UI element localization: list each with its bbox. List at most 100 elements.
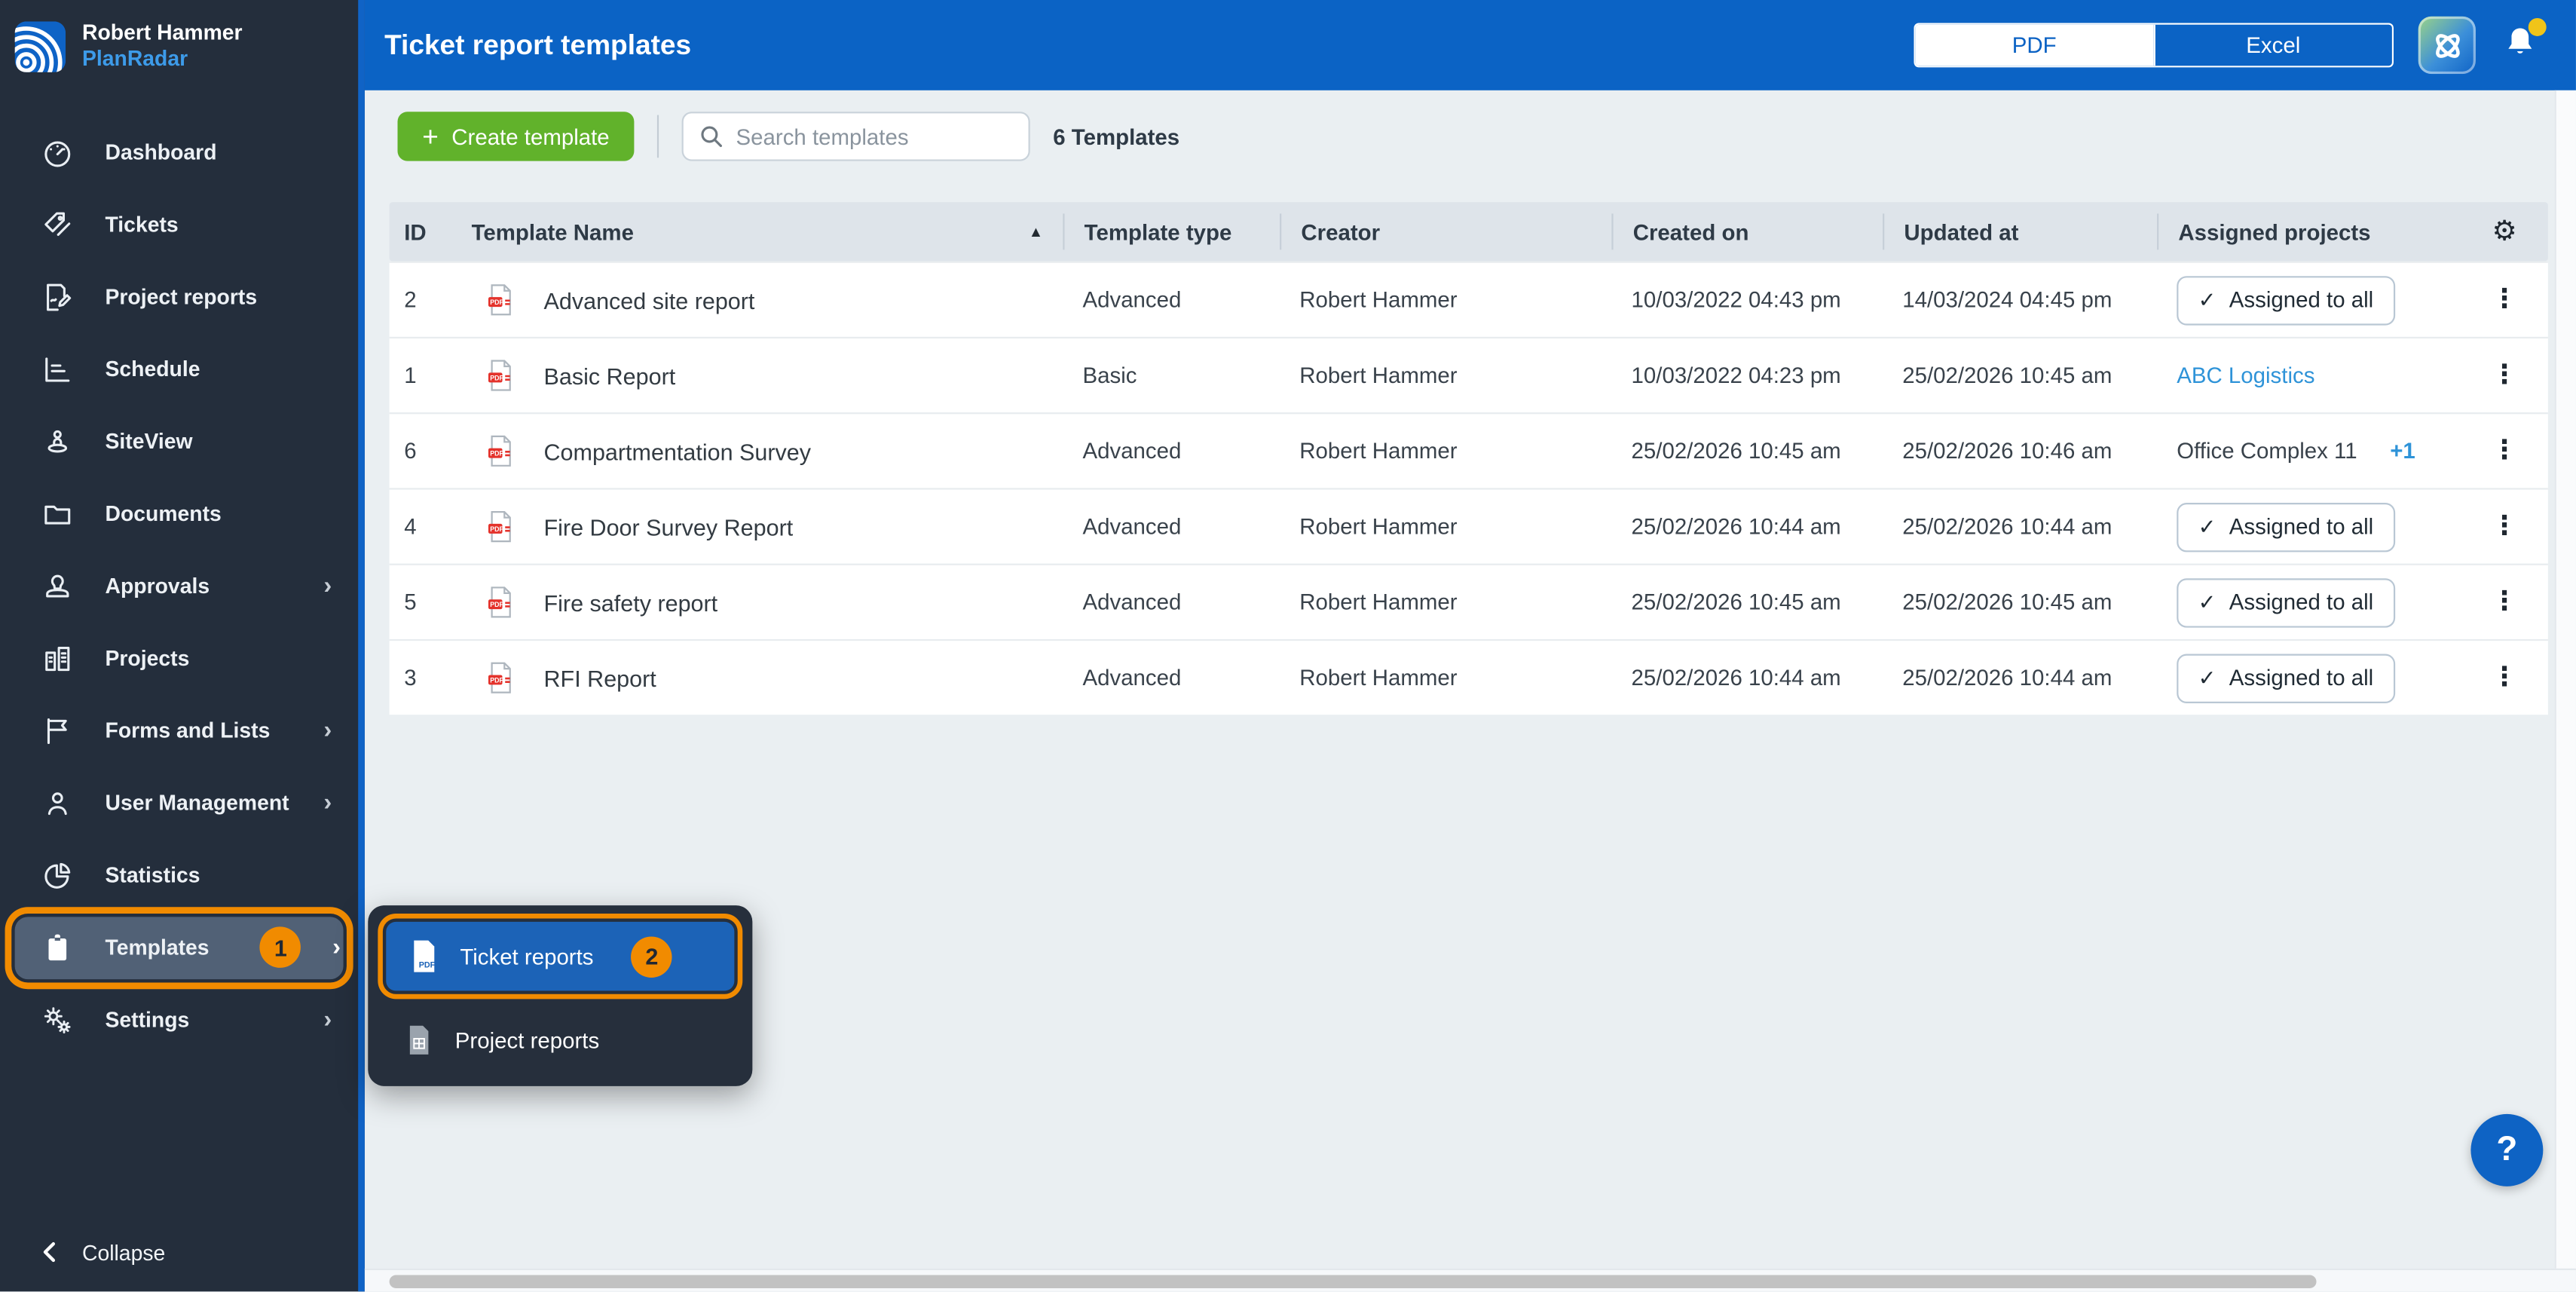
column-header-template-name[interactable]: Template Name ▲	[458, 213, 1063, 250]
chevron-right-icon: ›	[323, 1006, 332, 1033]
cell-id: 4	[390, 514, 459, 539]
forms-and-lists-icon	[41, 714, 74, 747]
assigned-to-all-button[interactable]: ✓ Assigned to all	[2177, 653, 2394, 702]
pdf-file-icon: PDF	[486, 585, 514, 620]
sidebar-item-project-reports[interactable]: Project reports	[0, 260, 358, 332]
row-menu-kebab-icon[interactable]: ⋮	[2482, 583, 2528, 622]
sidebar-item-settings[interactable]: Settings ›	[0, 984, 358, 1056]
planradar-logo-icon	[15, 21, 66, 72]
sidebar-item-approvals[interactable]: Approvals ›	[0, 550, 358, 622]
flyout-item-project-reports[interactable]: Project reports	[381, 1004, 739, 1076]
flyout-item-ticket-reports[interactable]: PDF Ticket reports 2	[386, 922, 734, 991]
collapse-sidebar-button[interactable]: Collapse	[0, 1223, 358, 1281]
column-header-template-type[interactable]: Template type	[1063, 213, 1280, 250]
column-header-updated-at[interactable]: Updated at	[1883, 213, 2157, 250]
row-menu-kebab-icon[interactable]: ⋮	[2482, 507, 2528, 546]
column-header-creator[interactable]: Creator	[1280, 213, 1611, 250]
horizontal-scrollbar-track	[365, 1269, 2576, 1292]
sidebar-item-dashboard[interactable]: Dashboard	[0, 116, 358, 188]
check-icon: ✓	[2198, 513, 2217, 540]
sidebar-item-statistics[interactable]: Statistics	[0, 839, 358, 911]
row-menu-kebab-icon[interactable]: ⋮	[2482, 658, 2528, 697]
sidebar-item-user-management[interactable]: User Management ›	[0, 767, 358, 839]
connect-app-icon[interactable]	[2418, 17, 2476, 74]
schedule-icon	[41, 353, 74, 386]
approvals-icon	[41, 569, 74, 602]
pdf-toggle-button[interactable]: PDF	[1916, 25, 2153, 66]
cell-id: 5	[390, 590, 459, 615]
cell-id: 3	[390, 666, 459, 690]
cell-actions: ⋮	[2461, 507, 2548, 546]
column-header-created-on[interactable]: Created on	[1611, 213, 1883, 250]
table-row: 1 PDF Basic Report Basic Robert Hammer 1…	[390, 337, 2548, 412]
column-header-assigned-projects[interactable]: Assigned projects	[2157, 213, 2461, 250]
column-header-id[interactable]: ID	[390, 213, 459, 250]
sidebar-item-label: Approvals	[106, 574, 210, 599]
column-settings-gear-icon[interactable]: ⚙	[2461, 213, 2548, 250]
pdf-file-icon: PDF	[486, 283, 514, 317]
sidebar-item-tickets[interactable]: Tickets	[0, 188, 358, 261]
create-template-label: Create template	[451, 124, 609, 149]
spreadsheet-report-icon	[401, 1022, 434, 1058]
sidebar-item-projects[interactable]: Projects	[0, 622, 358, 694]
cell-template-type: Advanced	[1063, 666, 1280, 690]
row-menu-kebab-icon[interactable]: ⋮	[2482, 356, 2528, 395]
assigned-to-all-button[interactable]: ✓ Assigned to all	[2177, 275, 2394, 324]
row-menu-kebab-icon[interactable]: ⋮	[2482, 280, 2528, 320]
page-title: Ticket report templates	[384, 29, 691, 62]
cell-template-type: Basic	[1063, 363, 1280, 388]
assigned-project-name: Office Complex 11	[2177, 439, 2357, 464]
table-row: 6 PDF Compartmentation Survey Advanced R…	[390, 412, 2548, 488]
sidebar-item-label: Project reports	[106, 284, 258, 309]
help-button[interactable]: ?	[2470, 1114, 2543, 1186]
svg-text:PDF: PDF	[490, 374, 503, 381]
chevron-left-icon	[39, 1241, 59, 1264]
cell-template-type: Advanced	[1063, 590, 1280, 615]
svg-text:PDF: PDF	[490, 525, 503, 533]
check-icon: ✓	[2198, 665, 2217, 691]
cell-assigned-projects: Office Complex 11 +1	[2157, 439, 2461, 464]
cell-template-name[interactable]: PDF Fire Door Survey Report	[458, 510, 1063, 544]
sidebar-item-templates[interactable]: Templates 1 ›	[15, 916, 344, 978]
cell-template-name[interactable]: PDF Basic Report	[458, 358, 1063, 393]
row-menu-kebab-icon[interactable]: ⋮	[2482, 431, 2528, 470]
sidebar-item-forms-and-lists[interactable]: Forms and Lists ›	[0, 694, 358, 767]
documents-icon	[41, 497, 74, 530]
excel-toggle-button[interactable]: Excel	[2153, 25, 2392, 66]
template-name: RFI Report	[544, 665, 656, 691]
cell-creator: Robert Hammer	[1280, 363, 1611, 388]
assigned-label: Assigned to all	[2229, 514, 2373, 539]
assigned-to-all-button[interactable]: ✓ Assigned to all	[2177, 577, 2394, 626]
table-row: 5 PDF Fire safety report Advanced Robert…	[390, 564, 2548, 639]
sidebar-item-siteview[interactable]: SiteView	[0, 405, 358, 477]
account-block[interactable]: Robert Hammer PlanRadar	[0, 0, 358, 93]
sidebar-item-documents[interactable]: Documents	[0, 477, 358, 550]
sidebar-nav: Dashboard Tickets Project reports	[0, 116, 358, 1056]
horizontal-scrollbar-thumb[interactable]	[390, 1275, 2317, 1288]
search-templates-input[interactable]	[736, 124, 1014, 149]
vertical-scrollbar-track[interactable]	[2555, 90, 2576, 1269]
assigned-project-link[interactable]: ABC Logistics	[2177, 363, 2314, 388]
cell-template-name[interactable]: PDF Fire safety report	[458, 585, 1063, 620]
more-projects-link[interactable]: +1	[2390, 439, 2415, 464]
sidebar-item-label: Tickets	[106, 212, 179, 237]
chevron-right-icon: ›	[323, 716, 332, 744]
cell-assigned-projects: ✓ Assigned to all	[2157, 502, 2461, 551]
sidebar-item-label: Statistics	[106, 862, 200, 887]
svg-text:PDF: PDF	[418, 961, 435, 970]
template-name: Fire Door Survey Report	[544, 513, 794, 540]
cell-creator: Robert Hammer	[1280, 514, 1611, 539]
svg-text:PDF: PDF	[490, 601, 503, 608]
cell-template-type: Advanced	[1063, 514, 1280, 539]
assigned-to-all-button[interactable]: ✓ Assigned to all	[2177, 502, 2394, 551]
pdf-file-icon: PDF	[486, 433, 514, 468]
annotation-step-badge: 2	[632, 935, 672, 976]
cell-template-name[interactable]: PDF Compartmentation Survey	[458, 433, 1063, 468]
sidebar-item-schedule[interactable]: Schedule	[0, 332, 358, 405]
table-row: 4 PDF Fire Door Survey Report Advanced R…	[390, 488, 2548, 563]
user-management-icon	[41, 786, 74, 819]
cell-template-name[interactable]: PDF Advanced site report	[458, 283, 1063, 317]
create-template-button[interactable]: + Create template	[398, 112, 635, 161]
notifications-button[interactable]	[2501, 20, 2544, 69]
cell-template-name[interactable]: PDF RFI Report	[458, 660, 1063, 695]
